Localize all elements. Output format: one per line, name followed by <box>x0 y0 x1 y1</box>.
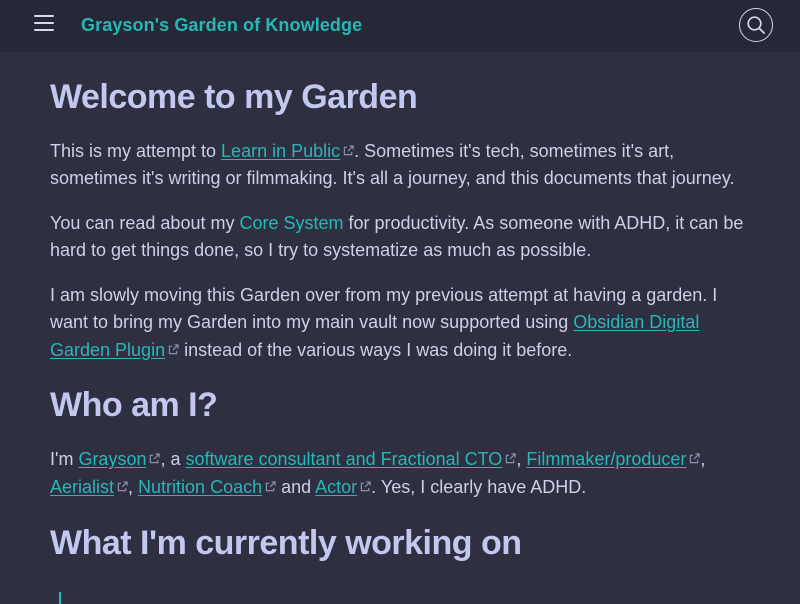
p2-text-before: You can read about my <box>50 213 240 233</box>
learn-in-public-link[interactable]: Learn in Public <box>221 141 340 161</box>
nutrition-coach-link[interactable]: Nutrition Coach <box>138 477 262 497</box>
external-link-icon <box>168 336 179 355</box>
external-link-icon <box>505 445 516 464</box>
search-icon <box>747 16 765 34</box>
external-link-icon <box>360 473 371 492</box>
text-cursor <box>59 592 61 604</box>
search-button[interactable] <box>739 8 773 42</box>
grayson-link[interactable]: Grayson <box>78 449 146 469</box>
top-navigation-bar: Grayson's Garden of Knowledge <box>0 0 800 52</box>
intro-paragraph: This is my attempt to Learn in Public. S… <box>50 137 760 192</box>
p4-separator: , <box>128 477 139 497</box>
p3-text-after: instead of the various ways I was doing … <box>179 340 573 360</box>
site-title-link[interactable]: Grayson's Garden of Knowledge <box>81 15 362 36</box>
core-system-paragraph: You can read about my Core System for pr… <box>50 210 760 264</box>
who-am-i-paragraph: I'm Grayson , a software consultant and F… <box>50 445 760 501</box>
currently-working-heading: What I'm currently working on <box>50 524 522 562</box>
external-link-icon <box>265 473 276 492</box>
p4-separator: , <box>516 449 527 469</box>
filmmaker-producer-link[interactable]: Filmmaker/producer <box>526 449 686 469</box>
hamburger-menu-icon[interactable] <box>34 15 54 31</box>
p4-separator: , <box>700 449 706 469</box>
external-link-icon <box>117 473 128 492</box>
core-system-link[interactable]: Core System <box>239 213 343 233</box>
external-link-icon <box>343 137 354 156</box>
p4-suffix: . Yes, I clearly have ADHD. <box>371 477 587 497</box>
external-link-icon <box>149 445 161 464</box>
who-am-i-heading: Who am I? <box>50 386 218 424</box>
actor-link[interactable]: Actor <box>315 477 357 497</box>
p4-prefix: I'm <box>50 449 79 469</box>
garden-move-paragraph: I am slowly moving this Garden over from… <box>50 282 760 364</box>
welcome-heading: Welcome to my Garden <box>50 78 418 116</box>
p4-separator: , a <box>160 449 186 469</box>
external-link-icon <box>689 445 701 464</box>
p1-text-before: This is my attempt to <box>50 141 222 161</box>
aerialist-link[interactable]: Aerialist <box>50 477 114 497</box>
software-consultant-link[interactable]: software consultant and Fractional CTO <box>185 449 502 469</box>
p4-separator: and <box>276 477 316 497</box>
main-content: Welcome to my Garden This is my attempt … <box>50 75 760 565</box>
